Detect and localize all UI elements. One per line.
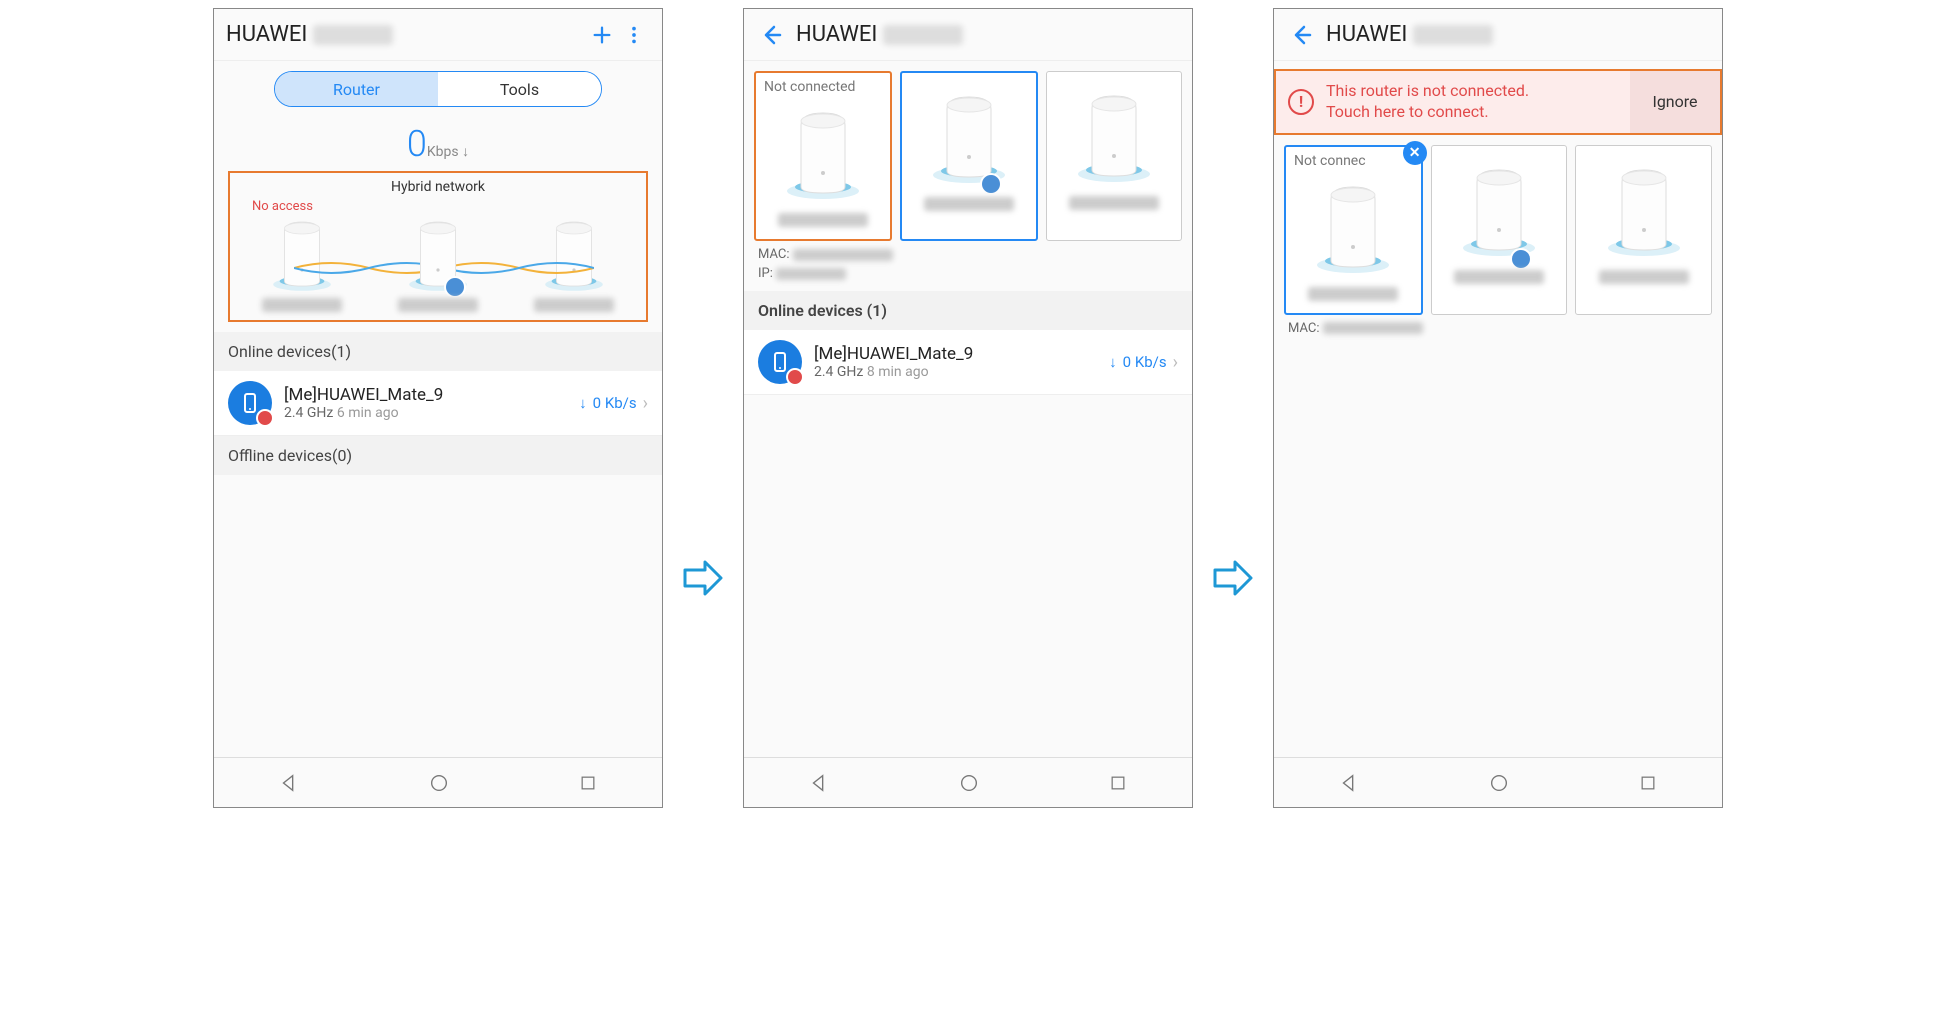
huawei-badge-icon (786, 368, 804, 386)
router-card-1[interactable]: Not connec ✕ (1284, 145, 1423, 315)
device-row[interactable]: [Me]HUAWEI_Mate_9 2.4 GHz 6 min ago ↓ 0 … (214, 371, 662, 436)
mac-row: MAC: (744, 245, 1192, 264)
header: HUAWEI (214, 9, 662, 61)
tab-tools[interactable]: Tools (438, 72, 601, 106)
router-card-2[interactable] (900, 71, 1038, 241)
app-title: HUAWEI (226, 22, 393, 47)
ip-row: IP: (744, 264, 1192, 283)
flow-arrow-icon (683, 560, 723, 596)
add-icon[interactable] (586, 19, 618, 51)
card-status: Not connec (1290, 153, 1366, 169)
flow-arrow-icon (1213, 560, 1253, 596)
globe-icon (980, 173, 1002, 195)
nav-recent-icon[interactable] (1638, 773, 1658, 793)
android-navbar (744, 757, 1192, 807)
nav-back-icon[interactable] (1338, 772, 1360, 794)
chevron-right-icon: › (1173, 352, 1178, 373)
screen-1: HUAWEI Router Tools 0Kbps ↓ Hybrid netwo… (213, 8, 663, 808)
speed-indicator: 0Kbps ↓ (214, 117, 662, 165)
tab-control: Router Tools (214, 61, 662, 117)
globe-icon (444, 276, 466, 298)
back-icon[interactable] (1286, 19, 1318, 51)
header: HUAWEI (1274, 9, 1722, 61)
hybrid-title: Hybrid network (234, 179, 642, 195)
back-icon[interactable] (756, 19, 788, 51)
alert-banner[interactable]: ! This router is not connected. Touch he… (1274, 69, 1722, 135)
nav-back-icon[interactable] (278, 772, 300, 794)
offline-devices-header: Offline devices(0) (214, 436, 662, 475)
device-sub: 2.4 GHz 8 min ago (814, 364, 973, 380)
android-navbar (1274, 757, 1722, 807)
alert-icon: ! (1288, 89, 1314, 115)
router-card-3[interactable] (1046, 71, 1182, 241)
app-title: HUAWEI (1326, 22, 1493, 47)
hybrid-network-panel[interactable]: Hybrid network No access (228, 171, 648, 322)
nav-back-icon[interactable] (808, 772, 830, 794)
device-row[interactable]: [Me]HUAWEI_Mate_9 2.4 GHz 8 min ago ↓ 0 … (744, 330, 1192, 395)
device-rate: ↓ 0 Kb/s › (1109, 352, 1178, 373)
no-access-label: No access (252, 199, 642, 214)
device-name: [Me]HUAWEI_Mate_9 (284, 385, 443, 405)
router-card-2[interactable] (1431, 145, 1568, 315)
globe-icon (1510, 248, 1532, 270)
app-title: HUAWEI (796, 22, 963, 47)
router-node-2[interactable] (388, 214, 488, 312)
device-sub: 2.4 GHz 6 min ago (284, 405, 443, 421)
device-rate: ↓ 0 Kb/s › (579, 393, 648, 414)
screen-2: HUAWEI Not connected MAC: IP: Online dev… (743, 8, 1193, 808)
router-card-1[interactable]: Not connected (754, 71, 892, 241)
nav-recent-icon[interactable] (1108, 773, 1128, 793)
android-navbar (214, 757, 662, 807)
close-icon[interactable]: ✕ (1403, 141, 1427, 165)
online-devices-header: Online devices(1) (214, 332, 662, 371)
nav-home-icon[interactable] (1488, 772, 1510, 794)
router-cards: Not connected (744, 61, 1192, 245)
chevron-right-icon: › (643, 393, 648, 414)
alert-text: This router is not connected. Touch here… (1326, 81, 1529, 123)
mac-row: MAC: (1274, 319, 1722, 338)
online-devices-header: Online devices (1) (744, 291, 1192, 330)
header: HUAWEI (744, 9, 1192, 61)
card-status: Not connected (760, 79, 855, 95)
screen-3: HUAWEI ! This router is not connected. T… (1273, 8, 1723, 808)
device-name: [Me]HUAWEI_Mate_9 (814, 344, 973, 364)
nav-home-icon[interactable] (958, 772, 980, 794)
tab-router[interactable]: Router (275, 72, 438, 106)
router-cards: Not connec ✕ (1274, 135, 1722, 319)
device-icon (228, 381, 272, 425)
ignore-button[interactable]: Ignore (1630, 71, 1720, 133)
router-card-3[interactable] (1575, 145, 1712, 315)
more-icon[interactable] (618, 19, 650, 51)
huawei-badge-icon (256, 409, 274, 427)
nav-recent-icon[interactable] (578, 773, 598, 793)
nav-home-icon[interactable] (428, 772, 450, 794)
device-icon (758, 340, 802, 384)
